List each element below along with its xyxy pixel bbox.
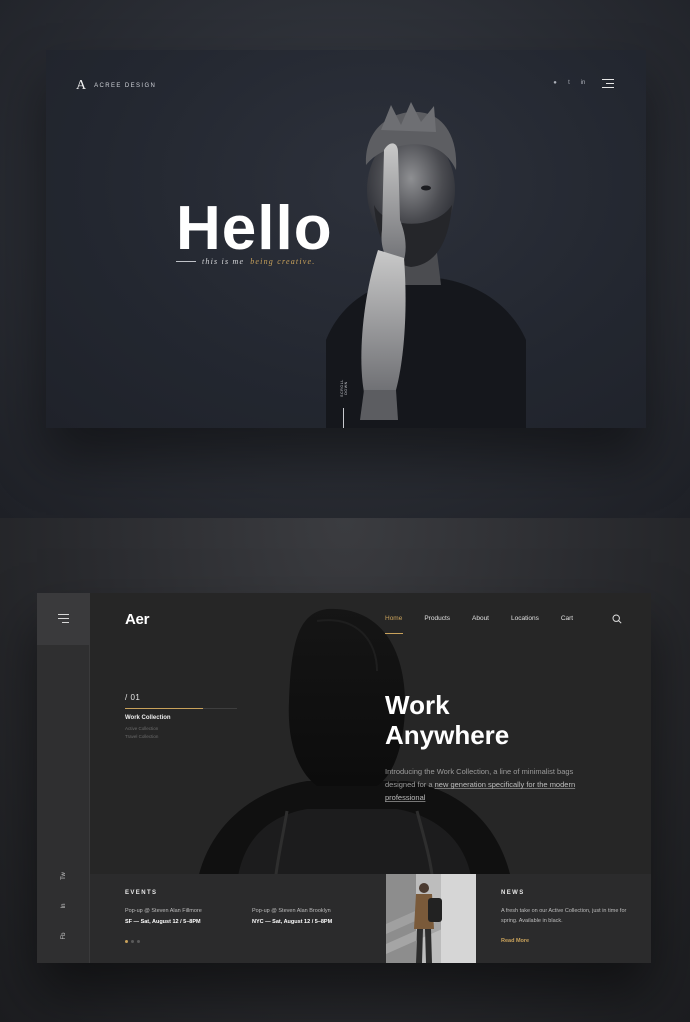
collection-index: / 01 Work Collection Active Collection T… <box>125 693 237 742</box>
main-nav: Home Products About Locations Cart <box>385 615 595 634</box>
index-progress <box>125 708 237 709</box>
dribbble-icon[interactable]: ● <box>552 80 558 86</box>
collection-work[interactable]: Work Collection <box>125 715 237 721</box>
menu-icon[interactable] <box>58 614 69 624</box>
twitter-icon[interactable]: Tw <box>61 867 67 885</box>
headline-line-1: Work <box>385 690 450 720</box>
acree-design-mockup: A ACREE DESIGN ● t in Hello this is me b… <box>46 50 646 428</box>
tagline-accent: being creative. <box>250 257 316 266</box>
hero-title: Hello <box>176 194 333 263</box>
aer-logo[interactable]: Aer <box>125 611 149 628</box>
scroll-line <box>343 408 344 428</box>
scroll-down-label: SCROLL DOWN <box>340 379 348 397</box>
event-date: NYC — Sat, August 12 / 5–8PM <box>252 919 333 925</box>
index-number: / 01 <box>125 693 141 702</box>
aer-mockup: Tw In Fb Aer Home Products About Locatio… <box>37 593 651 963</box>
news-title: NEWS <box>501 890 525 896</box>
event-item[interactable]: Pop-up @ Steven Alan Brooklyn NYC — Sat,… <box>252 908 372 925</box>
logo-mark: A <box>76 78 87 93</box>
footer-panel: EVENTS Pop-up @ Steven Alan Fillmore SF … <box>90 874 651 963</box>
linkedin-icon[interactable]: In <box>61 897 67 915</box>
collection-active[interactable]: Active Collection <box>125 726 237 731</box>
nav-about[interactable]: About <box>472 615 489 622</box>
rail-top <box>37 593 90 645</box>
hero-tagline: this is me being creative. <box>176 257 315 266</box>
news-text: A fresh take on our Active Collection, j… <box>501 908 627 924</box>
event-date: SF — Sat, August 12 / 5–8PM <box>125 919 201 925</box>
left-rail: Tw In Fb <box>37 593 90 963</box>
nav-cart[interactable]: Cart <box>561 615 573 622</box>
event-name: Pop-up @ Steven Alan Fillmore <box>125 908 202 914</box>
scroll-down-indicator[interactable]: SCROLL DOWN <box>340 378 348 428</box>
nav-products[interactable]: Products <box>424 615 450 622</box>
events-pager[interactable] <box>125 940 140 943</box>
events-title: EVENTS <box>125 890 158 896</box>
event-name: Pop-up @ Steven Alan Brooklyn <box>252 908 331 914</box>
hero-headline: Work Anywhere <box>385 690 510 751</box>
logo-text: ACREE DESIGN <box>94 83 157 89</box>
facebook-icon[interactable]: Fb <box>61 927 67 945</box>
news-photo <box>386 874 476 963</box>
tagline-lead: this is me <box>202 257 245 266</box>
nav-locations[interactable]: Locations <box>511 615 539 622</box>
social-links: ● t in <box>552 80 586 86</box>
linkedin-icon[interactable]: in <box>580 80 586 86</box>
menu-icon[interactable] <box>602 79 614 89</box>
event-item[interactable]: Pop-up @ Steven Alan Fillmore SF — Sat, … <box>125 908 245 925</box>
tagline-rule <box>176 261 196 262</box>
rail-social-links: Tw In Fb <box>55 872 73 963</box>
nav-home[interactable]: Home <box>385 615 404 634</box>
hero-description: Introducing the Work Collection, a line … <box>385 765 595 804</box>
read-more-link[interactable]: Read More <box>501 938 529 944</box>
search-icon[interactable] <box>612 614 622 624</box>
twitter-icon[interactable]: t <box>566 80 572 86</box>
collection-travel[interactable]: Travel Collection <box>125 734 237 739</box>
acree-logo[interactable]: A ACREE DESIGN <box>76 78 156 94</box>
headline-line-2: Anywhere <box>385 719 510 750</box>
